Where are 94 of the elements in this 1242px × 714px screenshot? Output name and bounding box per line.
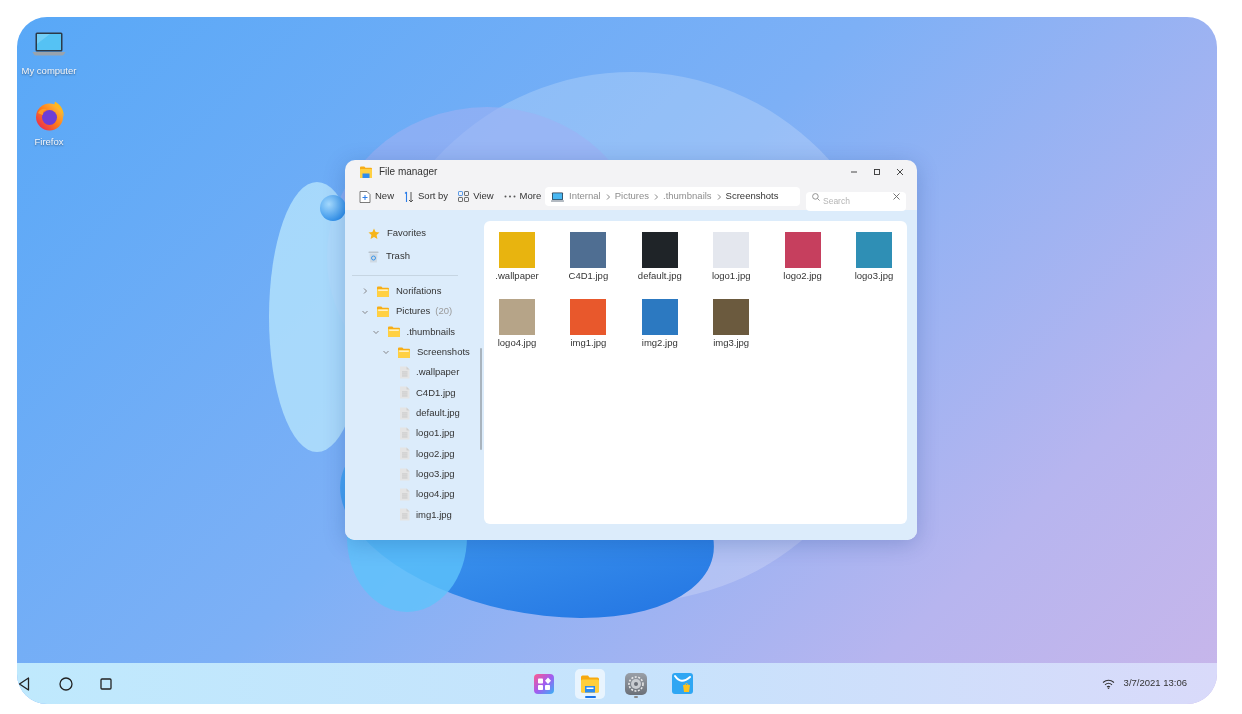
chevron-right-icon[interactable] — [604, 193, 611, 200]
photo-placeholder — [784, 232, 821, 268]
folder-icon — [377, 306, 389, 317]
file-item[interactable]: img2.jpg — [641, 299, 678, 349]
breadcrumb-item[interactable]: Internal — [569, 189, 601, 204]
tree-item[interactable]: .wallpaper — [399, 365, 460, 380]
chevron-right-icon[interactable] — [715, 193, 722, 200]
file-icon — [399, 488, 410, 502]
sort-icon — [404, 190, 414, 203]
file-item[interactable]: logo4.jpg — [497, 299, 537, 349]
photo-placeholder — [641, 232, 678, 268]
breadcrumb-item[interactable]: .thumbnails — [663, 189, 712, 204]
back-button[interactable] — [18, 676, 30, 691]
file-item[interactable]: C4D1.jpg — [568, 232, 609, 282]
more-icon — [503, 195, 516, 198]
file-item[interactable]: img3.jpg — [713, 299, 750, 349]
file-icon — [399, 406, 410, 420]
clear-icon — [893, 193, 900, 200]
tree-item[interactable]: Screenshots — [382, 345, 470, 360]
photo-placeholder — [641, 299, 678, 335]
folder-icon — [580, 673, 600, 694]
file-icon — [399, 427, 410, 441]
tree-item[interactable]: logo4.jpg — [399, 487, 455, 502]
breadcrumb-item[interactable]: Screenshots — [725, 189, 779, 204]
tree-item[interactable]: default.jpg — [399, 406, 460, 421]
app-grid-icon — [534, 673, 554, 694]
clear-button[interactable] — [893, 193, 900, 200]
sidebar-item[interactable]: Trash — [368, 249, 410, 264]
wallpaper-sphere — [320, 195, 346, 221]
tree-item[interactable]: .thumbnails — [371, 324, 456, 339]
file-item[interactable]: logo1.jpg — [711, 232, 751, 282]
wifi-icon — [1101, 678, 1115, 689]
chevron-right-icon[interactable] — [362, 288, 368, 295]
tree-item[interactable]: img1.jpg — [399, 507, 452, 523]
home-button[interactable] — [59, 676, 73, 691]
photo-placeholder — [570, 299, 607, 335]
file-icon — [399, 467, 410, 481]
scrollbar-thumb[interactable] — [480, 348, 482, 450]
toolbar-button[interactable]: More — [503, 186, 542, 207]
item-count: (20) — [435, 304, 453, 319]
app-icon — [671, 673, 693, 694]
clock-text: 3/7/2021 13:06 — [1123, 676, 1187, 691]
tree-item[interactable]: Norifations — [361, 284, 442, 299]
laptop-icon — [551, 191, 564, 202]
chevron-down-icon[interactable] — [372, 328, 379, 335]
file-item[interactable]: default.jpg — [637, 232, 682, 282]
taskbar-app-button[interactable] — [575, 668, 605, 699]
recents-icon — [100, 677, 112, 690]
folder-icon — [360, 165, 372, 178]
toolbar-button[interactable]: Sort by — [404, 186, 449, 207]
new-file-icon — [359, 190, 371, 203]
gear-icon — [625, 672, 647, 695]
home-icon — [59, 676, 73, 691]
window-title: File manager — [379, 165, 438, 178]
laptop-icon — [32, 32, 66, 56]
tree-item[interactable]: Pictures (20) — [361, 304, 453, 319]
file-icon — [399, 447, 410, 461]
file-icon — [399, 366, 410, 380]
search-field[interactable]: Search — [806, 191, 906, 211]
trash-icon — [368, 250, 379, 263]
tree-item[interactable]: logo1.jpg — [399, 426, 455, 441]
sidebar-item[interactable]: Favorites — [368, 226, 427, 241]
photo-placeholder — [713, 232, 750, 268]
back-icon — [18, 676, 30, 691]
file-item[interactable]: .wallpaper — [495, 232, 539, 282]
photo-placeholder — [570, 232, 607, 268]
file-item[interactable]: logo2.jpg — [783, 232, 822, 282]
maximize-icon — [872, 167, 881, 176]
breadcrumb-item[interactable]: Pictures — [614, 189, 649, 204]
tree-item[interactable]: logo2.jpg — [399, 446, 455, 462]
photo-placeholder — [499, 299, 535, 335]
folder-icon — [398, 346, 410, 358]
file-icon — [399, 386, 410, 400]
folder-icon — [387, 326, 400, 338]
file-item[interactable]: img1.jpg — [570, 299, 607, 349]
photo-placeholder — [855, 232, 892, 268]
chevron-down-icon[interactable] — [383, 349, 389, 356]
photo-placeholder — [713, 299, 750, 335]
file-icon — [399, 508, 410, 522]
folder-icon — [377, 285, 389, 297]
chevron-right-icon[interactable] — [653, 193, 659, 200]
file-item[interactable]: logo3.jpg — [854, 232, 894, 282]
tree-item[interactable]: C4D1.jpg — [399, 385, 456, 400]
star-icon — [368, 227, 380, 240]
toolbar-button[interactable]: New — [359, 186, 394, 207]
chevron-down-icon[interactable] — [362, 308, 368, 315]
search-icon — [812, 192, 820, 201]
tree-item[interactable]: logo3.jpg — [399, 467, 455, 482]
grid-icon — [458, 191, 470, 202]
recents-button[interactable] — [100, 677, 112, 690]
close-icon — [895, 167, 904, 176]
photo-placeholder — [499, 232, 535, 268]
browser-icon — [33, 99, 65, 131]
toolbar-button[interactable]: View — [458, 186, 494, 207]
